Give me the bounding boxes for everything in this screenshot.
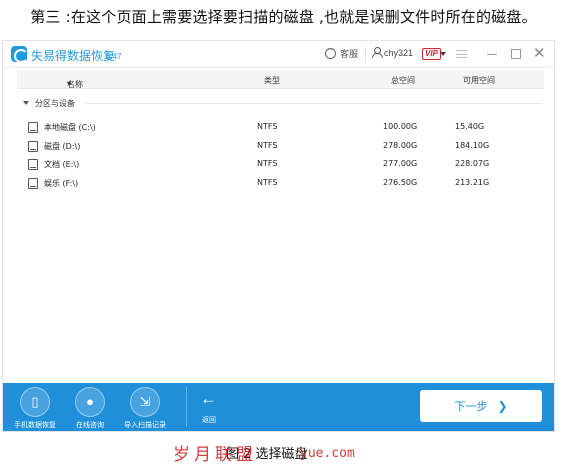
app-title: 失易得数据恢复 [31, 49, 116, 63]
disk-name: 本地磁盘 (C:\) [44, 123, 96, 132]
app-version: 6.47 [106, 52, 122, 61]
phone-recovery-button[interactable]: ▯ 手机数据恢复 [5, 383, 65, 431]
disk-total: 100.00G [383, 122, 418, 131]
chevron-right-icon: ❯ [497, 399, 508, 413]
disk-icon [28, 122, 38, 133]
bottom-toolbar: ▯ 手机数据恢复 ● 在线咨询 ⇲ 导入扫描记录 ← 返回 下一步 ❯ [3, 383, 554, 431]
divider [186, 387, 187, 427]
divider [365, 47, 366, 62]
back-arrow-icon[interactable]: ← [200, 389, 217, 409]
menu-icon[interactable] [456, 50, 467, 58]
online-consult-label: 在线咨询 [76, 421, 104, 429]
column-header-row: 名称 ▾ 类型 总空间 可用空间 [17, 71, 544, 89]
group-label: 分区与设备 [35, 99, 75, 108]
disk-row-e[interactable]: 文档 (E:\) NTFS 277.00G 228.07G [17, 156, 544, 173]
column-header-total[interactable]: 总空间 [391, 75, 415, 86]
disk-free: 213.21G [455, 178, 490, 187]
divider [85, 103, 543, 104]
disk-name: 娱乐 (F:\) [44, 179, 79, 188]
import-scan-record-label: 导入扫描记录 [124, 421, 166, 429]
disk-row-c[interactable]: 本地磁盘 (C:\) NTFS 100.00G 15.40G [17, 119, 544, 136]
column-header-free[interactable]: 可用空间 [463, 75, 495, 86]
disk-row-f[interactable]: 娱乐 (F:\) NTFS 276.50G 213.21G [17, 175, 544, 192]
customer-service-label: 客服 [340, 50, 359, 60]
disk-type: NTFS [257, 159, 278, 168]
back-button[interactable]: 返回 [202, 415, 216, 425]
disk-name: 文档 (E:\) [44, 160, 80, 169]
user-consult-icon: ● [86, 394, 94, 409]
disk-free: 15.40G [455, 122, 485, 131]
collapse-caret-icon[interactable] [23, 101, 29, 105]
disk-free: 228.07G [455, 159, 490, 168]
phone-recovery-label: 手机数据恢复 [14, 421, 56, 429]
disk-free: 184.10G [455, 141, 490, 150]
vip-badge[interactable]: VIP [422, 48, 441, 60]
sort-caret-icon: ▾ [67, 79, 72, 88]
customer-service-button[interactable]: 客服 [325, 45, 359, 60]
disk-icon [28, 141, 38, 152]
disk-total: 277.00G [383, 159, 418, 168]
user-icon [372, 47, 383, 58]
app-window: 失易得数据恢复 6.47 客服 chy321 VIP ✕ 名称 ▾ 类型 总空间… [2, 40, 555, 432]
disk-icon [28, 178, 38, 189]
disk-row-d[interactable]: 磁盘 (D:\) NTFS 278.00G 184.10G [17, 138, 544, 155]
disk-type: NTFS [257, 178, 278, 187]
column-header-type[interactable]: 类型 [264, 75, 280, 86]
import-icon: ⇲ [139, 394, 151, 409]
chat-icon [325, 45, 336, 59]
chevron-down-icon[interactable] [440, 52, 446, 56]
phone-icon: ▯ [31, 394, 39, 409]
user-account-button[interactable]: chy321 [372, 47, 413, 58]
minimize-icon[interactable] [487, 54, 497, 55]
watermark-url: yue.com [300, 446, 355, 461]
group-partitions[interactable]: 分区与设备 [23, 98, 75, 109]
app-logo-icon [11, 46, 28, 63]
disk-type: NTFS [257, 122, 278, 131]
caption-top: 第三 :在这个页面上需要选择要扫描的磁盘 ,也就是误删文件时所在的磁盘。 [30, 8, 537, 26]
username: chy321 [384, 48, 414, 58]
maximize-icon[interactable] [511, 49, 521, 59]
titlebar: 失易得数据恢复 6.47 客服 chy321 VIP ✕ [3, 41, 554, 68]
next-button-label: 下一步 [454, 400, 488, 413]
disk-total: 276.50G [383, 178, 418, 187]
close-icon[interactable]: ✕ [533, 44, 546, 64]
disk-icon [28, 159, 38, 170]
disk-type: NTFS [257, 141, 278, 150]
disk-name: 磁盘 (D:\) [44, 142, 81, 151]
next-button[interactable]: 下一步 ❯ [420, 390, 542, 422]
watermark: 岁月联盟 [173, 445, 257, 465]
import-scan-record-button[interactable]: ⇲ 导入扫描记录 [115, 383, 175, 431]
online-consult-button[interactable]: ● 在线咨询 [60, 383, 120, 431]
disk-total: 278.00G [383, 141, 418, 150]
